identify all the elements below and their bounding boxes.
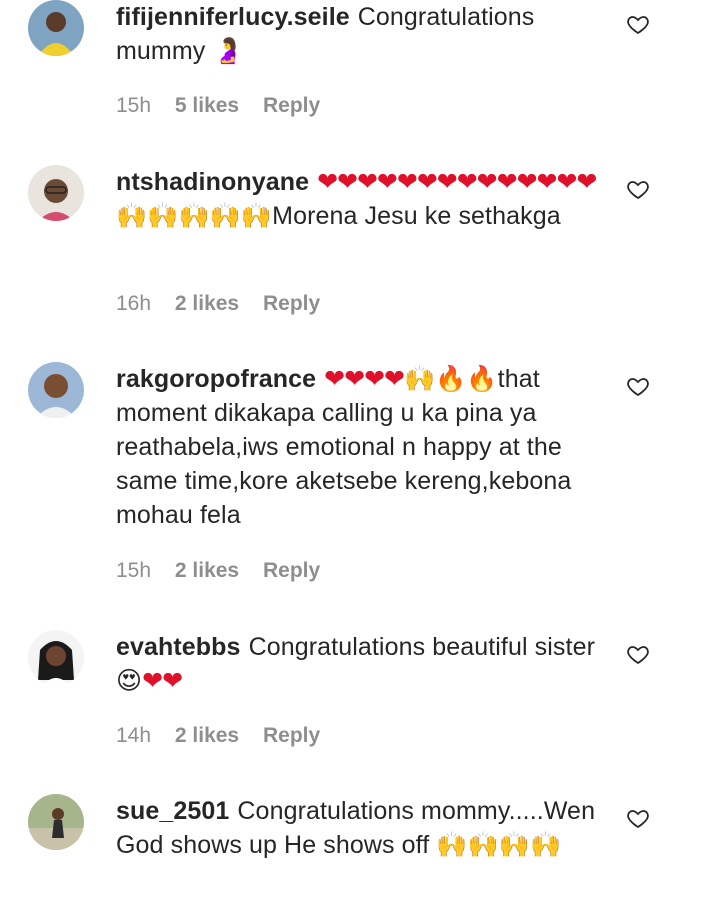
reply-button[interactable]: Reply — [263, 724, 320, 747]
heart-outline-icon[interactable] — [626, 642, 650, 666]
comment-meta: 14h 2 likes Reply — [116, 724, 338, 748]
comment-username[interactable]: evahtebbs — [116, 633, 241, 661]
avatar[interactable] — [28, 165, 84, 221]
reply-button[interactable]: Reply — [263, 559, 320, 582]
comment-time: 15h — [116, 94, 152, 117]
comment-meta: 15h 2 likes Reply — [116, 559, 338, 583]
comment-content: Morena Jesu ke sethakga — [272, 202, 561, 230]
pregnant-woman-emoji: 🤰 — [212, 36, 244, 65]
comment-time: 15h — [116, 559, 152, 582]
comment-likes[interactable]: 2 likes — [175, 559, 239, 582]
red-hearts-emoji: ❤❤❤❤❤❤❤❤❤❤❤❤❤❤ — [317, 167, 597, 196]
comment-text: sue_2501 Congratulations mommy.....Wen Go… — [116, 794, 606, 862]
raised-hands-emoji: 🙌 — [403, 364, 436, 393]
heart-outline-icon[interactable] — [626, 177, 650, 201]
heart-outline-icon[interactable] — [626, 374, 650, 398]
comments-list: fifijenniferlucy.seile Congratulations mu… — [0, 0, 720, 908]
comment-likes[interactable]: 2 likes — [175, 724, 239, 747]
raised-hands-emoji: 🙌🙌🙌🙌🙌 — [116, 201, 273, 230]
comment-text: evahtebbs Congratulations beautiful siste… — [116, 630, 606, 698]
red-hearts-emoji: ❤❤❤❤ — [324, 364, 405, 393]
heart-outline-icon[interactable] — [626, 806, 650, 830]
comment-username[interactable]: ntshadinonyane — [116, 168, 309, 196]
avatar[interactable] — [28, 362, 84, 418]
avatar[interactable] — [28, 794, 84, 850]
comment-text: rakgoropofrance ❤❤❤❤🙌🔥🔥that moment dikaka… — [116, 362, 606, 532]
comment-text: fifijenniferlucy.seile Congratulations mu… — [116, 0, 606, 68]
heart-outline-icon[interactable] — [626, 12, 650, 36]
comment-username[interactable]: fifijenniferlucy.seile — [116, 3, 350, 31]
comment-likes[interactable]: 2 likes — [175, 292, 239, 315]
comment-username[interactable]: rakgoropofrance — [116, 365, 316, 393]
comment-text: ntshadinonyane ❤❤❤❤❤❤❤❤❤❤❤❤❤❤ 🙌🙌🙌🙌🙌Morena … — [116, 165, 606, 233]
comment-likes[interactable]: 5 likes — [175, 94, 239, 117]
avatar[interactable] — [28, 630, 84, 686]
avatar[interactable] — [28, 0, 84, 56]
comment-meta: 15h 5 likes Reply — [116, 94, 338, 118]
fire-emoji: 🔥🔥 — [435, 364, 498, 393]
comment-username[interactable]: sue_2501 — [116, 797, 229, 825]
comment-time: 14h — [116, 724, 152, 747]
comment-meta: 16h 2 likes Reply — [116, 292, 338, 316]
comment-time: 16h — [116, 292, 152, 315]
raised-hands-emoji: 🙌🙌🙌🙌 — [436, 830, 562, 859]
reply-button[interactable]: Reply — [263, 94, 320, 117]
red-hearts-emoji: ❤❤ — [142, 666, 183, 695]
reply-button[interactable]: Reply — [263, 292, 320, 315]
heart-eyes-emoji: 😍 — [116, 666, 143, 695]
comment-content: Congratulations beautiful sister — [248, 633, 596, 661]
